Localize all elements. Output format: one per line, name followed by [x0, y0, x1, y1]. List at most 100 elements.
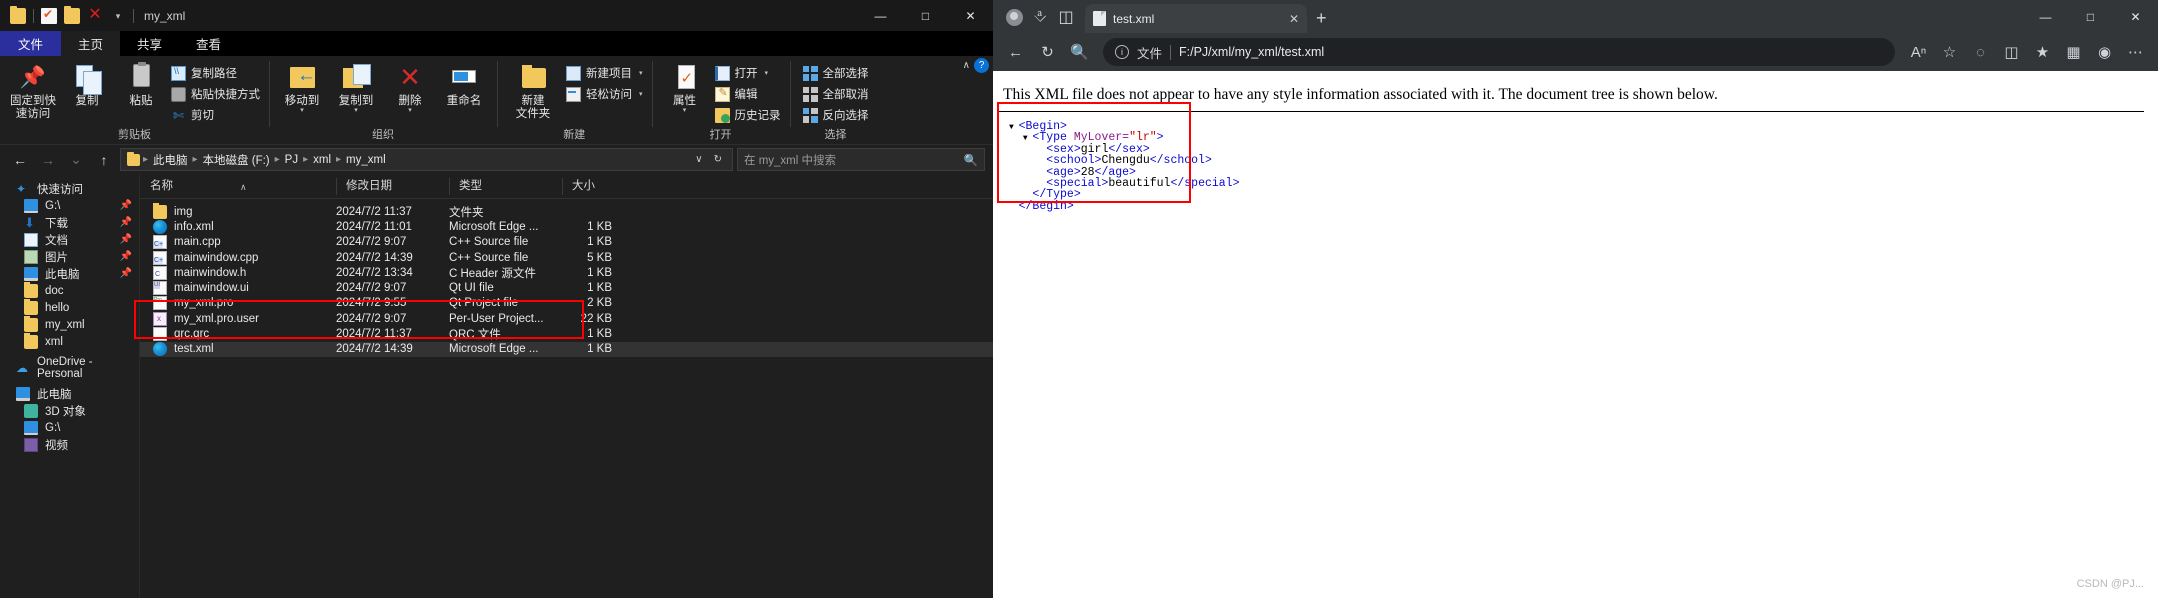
copilot-icon[interactable]: ◌ [1966, 38, 1995, 67]
help-icon[interactable]: ? [974, 58, 989, 73]
profile-avatar[interactable] [1001, 4, 1027, 30]
info-icon[interactable]: i [1115, 45, 1129, 59]
easy-access-button[interactable]: 轻松访问 ▾ [563, 85, 646, 103]
tab-file[interactable]: 文件 [0, 31, 62, 56]
search-icon[interactable]: 🔍 [1065, 38, 1094, 67]
back-button[interactable]: ← [1001, 38, 1030, 67]
nav-item-this-pc[interactable]: 此电脑 📌 [0, 265, 139, 282]
search-icon[interactable]: 🔍 [964, 153, 978, 167]
move-to-button[interactable]: 移动到 ▾ [275, 59, 329, 114]
nav-item-pictures[interactable]: 图片 📌 [0, 248, 139, 265]
open-button[interactable]: 打开 ▾ [712, 64, 784, 82]
close-button[interactable]: ✕ [2113, 0, 2158, 33]
customize-caret-icon[interactable]: ▾ [110, 8, 126, 24]
tab-home[interactable]: 主页 [61, 31, 121, 56]
collections-icon[interactable]: ⎀ [1027, 4, 1053, 30]
new-tab-button[interactable]: + [1316, 8, 1327, 29]
pin-icon[interactable]: 📌 [120, 217, 132, 228]
split-screen-icon[interactable]: ◫ [1053, 4, 1079, 30]
cut-button[interactable]: ✄ 剪切 [168, 106, 263, 124]
chevron-down-icon[interactable]: ▾ [639, 69, 643, 77]
delete-icon[interactable]: ✕ [87, 6, 103, 24]
column-header-type[interactable]: 类型 [449, 174, 562, 199]
pin-icon[interactable]: 📌 [120, 268, 132, 279]
edit-button[interactable]: 编辑 [712, 85, 784, 103]
read-aloud-icon[interactable]: Aⁿ [1904, 38, 1933, 67]
chevron-down-icon[interactable]: ▾ [408, 107, 412, 114]
table-row[interactable]: my_xml.pro 2024/7/2 9:55 Qt Project file 2 … [140, 296, 993, 311]
settings-more-icon[interactable]: ⋯ [2121, 38, 2150, 67]
breadcrumb-dropdown-icon[interactable]: ∨ [691, 154, 706, 165]
minimize-button[interactable]: — [858, 0, 903, 31]
breadcrumb-item-0[interactable]: 此电脑 [151, 152, 190, 168]
breadcrumb-item-2[interactable]: PJ [283, 154, 300, 166]
nav-item-downloads[interactable]: ⬇ 下载 📌 [0, 214, 139, 231]
copy-button[interactable]: 复制 [60, 59, 114, 108]
history-button[interactable]: 历史记录 [712, 106, 784, 124]
select-none-button[interactable]: 全部取消 [800, 85, 872, 103]
refresh-button[interactable]: ↻ [1033, 38, 1062, 67]
pin-icon[interactable]: 📌 [120, 251, 132, 262]
back-button[interactable]: ← [8, 148, 32, 172]
copy-to-button[interactable]: 复制到 ▾ [329, 59, 383, 114]
breadcrumb-item-4[interactable]: my_xml [344, 154, 388, 166]
nav-item-g-drive[interactable]: G:\ 📌 [0, 197, 139, 214]
table-row[interactable]: mainwindow.cpp 2024/7/2 14:39 C++ Source f… [140, 250, 993, 265]
browser-window-controls[interactable]: — □ ✕ [2023, 0, 2158, 33]
paste-button[interactable]: 粘贴 [114, 59, 168, 108]
navigation-pane[interactable]: ✦ 快速访问 G:\ 📌 ⬇ 下载 📌 文档 📌 图片 📌 此电脑 📌 doc hello m… [0, 174, 140, 598]
column-header-date[interactable]: 修改日期 [336, 174, 449, 199]
refresh-icon[interactable]: ↻ [710, 154, 726, 165]
address-bar[interactable]: i 文件 F:/PJ/xml/my_xml/test.xml [1103, 38, 1895, 66]
pin-icon[interactable]: 📌 [120, 234, 132, 245]
column-header-name[interactable]: 名称 ∧ [140, 174, 336, 199]
new-folder-icon[interactable] [64, 5, 80, 24]
properties-button[interactable]: 属性 ▾ [658, 59, 712, 114]
nav-item-xml[interactable]: xml [0, 332, 139, 350]
table-row[interactable]: test.xml 2024/7/2 14:39 Microsoft Edge ...… [140, 341, 993, 357]
table-row[interactable]: img 2024/7/2 11:37 文件夹 [140, 202, 993, 219]
paste-shortcut-button[interactable]: 粘贴快捷方式 [168, 85, 263, 103]
up-button[interactable]: ↑ [92, 148, 116, 172]
breadcrumb-item-1[interactable]: 本地磁盘 (F:) [201, 152, 272, 168]
tab-view[interactable]: 查看 [179, 31, 238, 56]
table-row[interactable]: my_xml.pro.user 2024/7/2 9:07 Per-User Pro… [140, 311, 993, 326]
new-folder-button[interactable]: 新建 文件夹 [503, 59, 563, 121]
forward-button[interactable]: → [36, 148, 60, 172]
collections-icon[interactable]: ▦ [2059, 38, 2088, 67]
chevron-down-icon[interactable]: ▾ [354, 107, 358, 114]
column-headers[interactable]: 名称 ∧ 修改日期 类型 大小 [140, 174, 993, 199]
nav-item-this-pc-root[interactable]: 此电脑 [0, 385, 139, 402]
nav-item-3d-objects[interactable]: 3D 对象 [0, 402, 139, 419]
collapse-ribbon-icon[interactable]: ∧ [963, 60, 970, 71]
nav-item-quick-access[interactable]: ✦ 快速访问 [0, 180, 139, 197]
nav-item-g-drive-2[interactable]: G:\ [0, 419, 139, 436]
invert-selection-button[interactable]: 反向选择 [800, 106, 872, 124]
favorite-star-icon[interactable]: ☆ [1935, 38, 1964, 67]
window-controls[interactable]: — □ ✕ [858, 0, 993, 31]
browser-tab-test-xml[interactable]: test.xml ✕ [1085, 4, 1307, 33]
nav-item-my-xml[interactable]: my_xml [0, 315, 139, 333]
split-icon[interactable]: ◫ [1997, 38, 2026, 67]
breadcrumb-item-3[interactable]: xml [311, 154, 333, 166]
minimize-button[interactable]: — [2023, 0, 2068, 33]
file-list[interactable]: img 2024/7/2 11:37 文件夹 info.xml 2024/7/2 11… [140, 199, 993, 357]
chevron-down-icon[interactable]: ▾ [639, 90, 643, 98]
table-row[interactable]: main.cpp 2024/7/2 9:07 C++ Source file 1 KB [140, 235, 993, 250]
chevron-down-icon[interactable]: ▾ [683, 107, 687, 114]
nav-item-hello[interactable]: hello [0, 298, 139, 316]
ribbon-tab-bar[interactable]: 文件 主页 共享 查看 [0, 31, 993, 56]
nav-item-onedrive[interactable]: ☁ OneDrive - Personal [0, 356, 139, 380]
table-row[interactable]: info.xml 2024/7/2 11:01 Microsoft Edge ...… [140, 219, 993, 234]
pin-icon[interactable]: 📌 [120, 200, 132, 211]
browser-essentials-icon[interactable]: ◉ [2090, 38, 2119, 67]
close-icon[interactable]: ✕ [1289, 12, 1299, 26]
column-header-size[interactable]: 大小 [562, 174, 622, 199]
chevron-down-icon[interactable]: ▾ [300, 107, 304, 114]
table-row[interactable]: mainwindow.ui 2024/7/2 9:07 Qt UI file 1 KB [140, 280, 993, 296]
recent-locations-button[interactable]: ⌄ [64, 148, 88, 172]
tab-share[interactable]: 共享 [120, 31, 179, 56]
favorites-icon[interactable]: ★ [2028, 38, 2057, 67]
table-row[interactable]: mainwindow.h 2024/7/2 13:34 C Header 源文件 1 … [140, 265, 993, 280]
new-item-button[interactable]: 新建项目 ▾ [563, 64, 646, 82]
